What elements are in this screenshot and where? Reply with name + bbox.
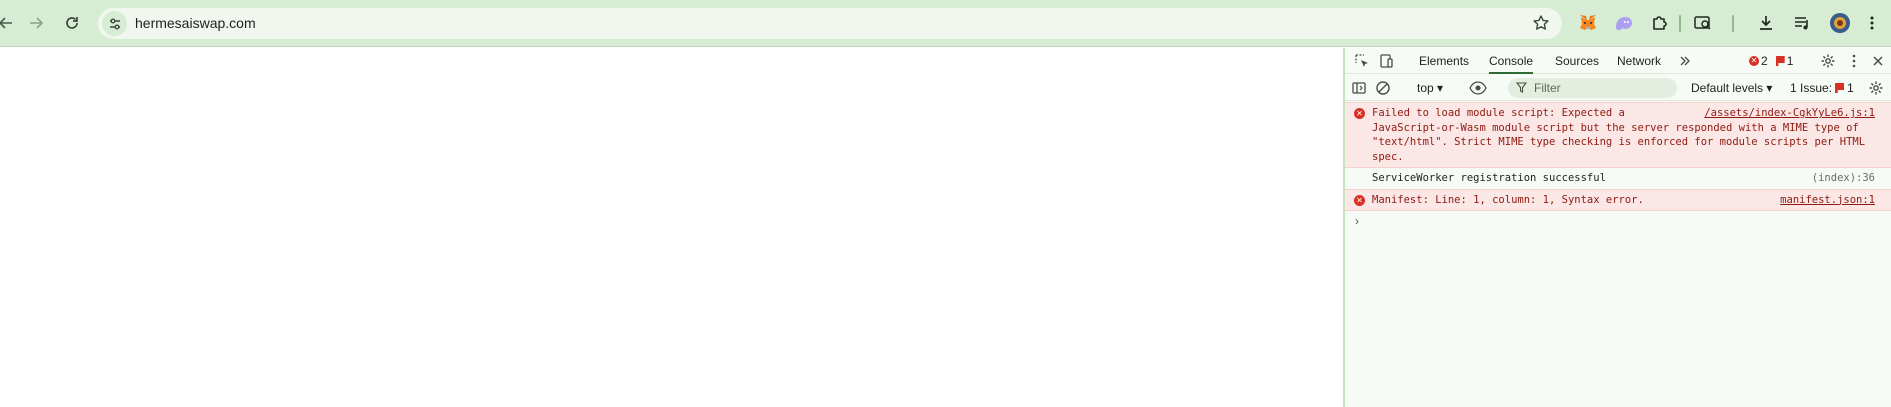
warning-count: 1: [1786, 54, 1794, 68]
browser-menu-icon[interactable]: [1860, 11, 1884, 35]
message-text: Manifest: Line: 1, column: 1, Syntax err…: [1372, 193, 1644, 206]
bookmark-star-icon[interactable]: [1532, 14, 1550, 32]
warning-flag-icon: [1775, 56, 1785, 66]
log-levels-dropdown[interactable]: Default levels ▾: [1691, 81, 1772, 95]
error-icon: ✕: [1354, 194, 1365, 206]
message-source-link[interactable]: /assets/index-CgkYyLe6.js:1: [1704, 106, 1875, 121]
error-icon: ✕: [1354, 108, 1365, 119]
devtools-panel: Elements Console Sources Network ✕ 2 1 t: [1343, 48, 1891, 407]
console-message-log: (index):36 ServiceWorker registration su…: [1345, 168, 1891, 189]
devtools-menu-icon[interactable]: [1845, 52, 1863, 70]
error-count: 2: [1761, 54, 1768, 68]
console-settings-gear-icon[interactable]: [1867, 79, 1885, 97]
url-text[interactable]: hermesaiswap.com: [135, 15, 256, 31]
message-source-link[interactable]: (index):36: [1812, 171, 1875, 186]
forward-arrow-icon[interactable]: [24, 11, 48, 35]
site-settings-icon[interactable]: [102, 11, 127, 36]
console-message-error: ✕ manifest.json:1 Manifest: Line: 1, col…: [1345, 188, 1891, 211]
close-icon[interactable]: [1869, 52, 1887, 70]
tab-elements[interactable]: Elements: [1419, 54, 1469, 68]
sidebar-toggle-icon[interactable]: [1350, 79, 1368, 97]
toolbar-separator: [1732, 15, 1734, 32]
address-bar[interactable]: hermesaiswap.com: [98, 8, 1562, 39]
filter-input[interactable]: Filter: [1508, 78, 1677, 98]
toolbar-separator: [1679, 15, 1681, 32]
live-expression-eye-icon[interactable]: [1469, 79, 1487, 97]
issue-flag-icon: [1835, 83, 1845, 93]
tab-search-icon[interactable]: [1691, 11, 1715, 35]
phantom-wallet-icon[interactable]: [1612, 11, 1636, 35]
console-output: ✕ /assets/index-CgkYyLe6.js:1 Failed to …: [1345, 102, 1891, 231]
browser-toolbar: hermesaiswap.com: [0, 0, 1891, 47]
download-icon[interactable]: [1754, 11, 1778, 35]
filter-placeholder: Filter: [1534, 81, 1561, 95]
error-count-badge[interactable]: ✕ 2 1: [1749, 54, 1793, 68]
error-icon: ✕: [1749, 56, 1759, 66]
device-toolbar-icon[interactable]: [1377, 52, 1395, 70]
profile-avatar[interactable]: [1828, 11, 1852, 35]
tab-sources[interactable]: Sources: [1555, 54, 1599, 68]
metamask-fox-icon[interactable]: [1576, 11, 1600, 35]
filter-funnel-icon: [1514, 80, 1528, 94]
issues-counter[interactable]: 1 Issue: 1: [1790, 81, 1854, 95]
tab-console[interactable]: Console: [1489, 54, 1534, 74]
back-arrow-icon[interactable]: [0, 11, 18, 35]
inspect-element-icon[interactable]: [1353, 52, 1371, 70]
issues-label: 1 Issue:: [1790, 81, 1833, 95]
message-text: ServiceWorker registration successful: [1372, 172, 1606, 184]
more-tabs-chevron-icon[interactable]: [1676, 52, 1694, 70]
extensions-puzzle-icon[interactable]: [1648, 11, 1672, 35]
console-message-error: ✕ /assets/index-CgkYyLe6.js:1 Failed to …: [1345, 102, 1891, 168]
devtools-tabbar: Elements Console Sources Network ✕ 2 1: [1345, 48, 1891, 74]
page-viewport[interactable]: [0, 48, 1343, 407]
tab-network[interactable]: Network: [1617, 54, 1661, 68]
context-value: top: [1417, 81, 1434, 95]
message-source-link[interactable]: manifest.json:1: [1780, 193, 1875, 208]
context-select[interactable]: top ▾: [1417, 81, 1443, 95]
log-levels-value: Default levels: [1691, 81, 1764, 95]
settings-gear-icon[interactable]: [1819, 52, 1837, 70]
clear-console-icon[interactable]: [1374, 79, 1392, 97]
console-prompt[interactable]: ›: [1345, 211, 1891, 231]
reload-icon[interactable]: [60, 11, 84, 35]
prompt-chevron-icon: ›: [1355, 214, 1359, 228]
media-control-icon[interactable]: [1790, 11, 1814, 35]
console-toolbar: top ▾ Filter Default levels ▾ 1 Issue: 1: [1345, 75, 1891, 101]
issues-count: 1: [1847, 81, 1854, 95]
